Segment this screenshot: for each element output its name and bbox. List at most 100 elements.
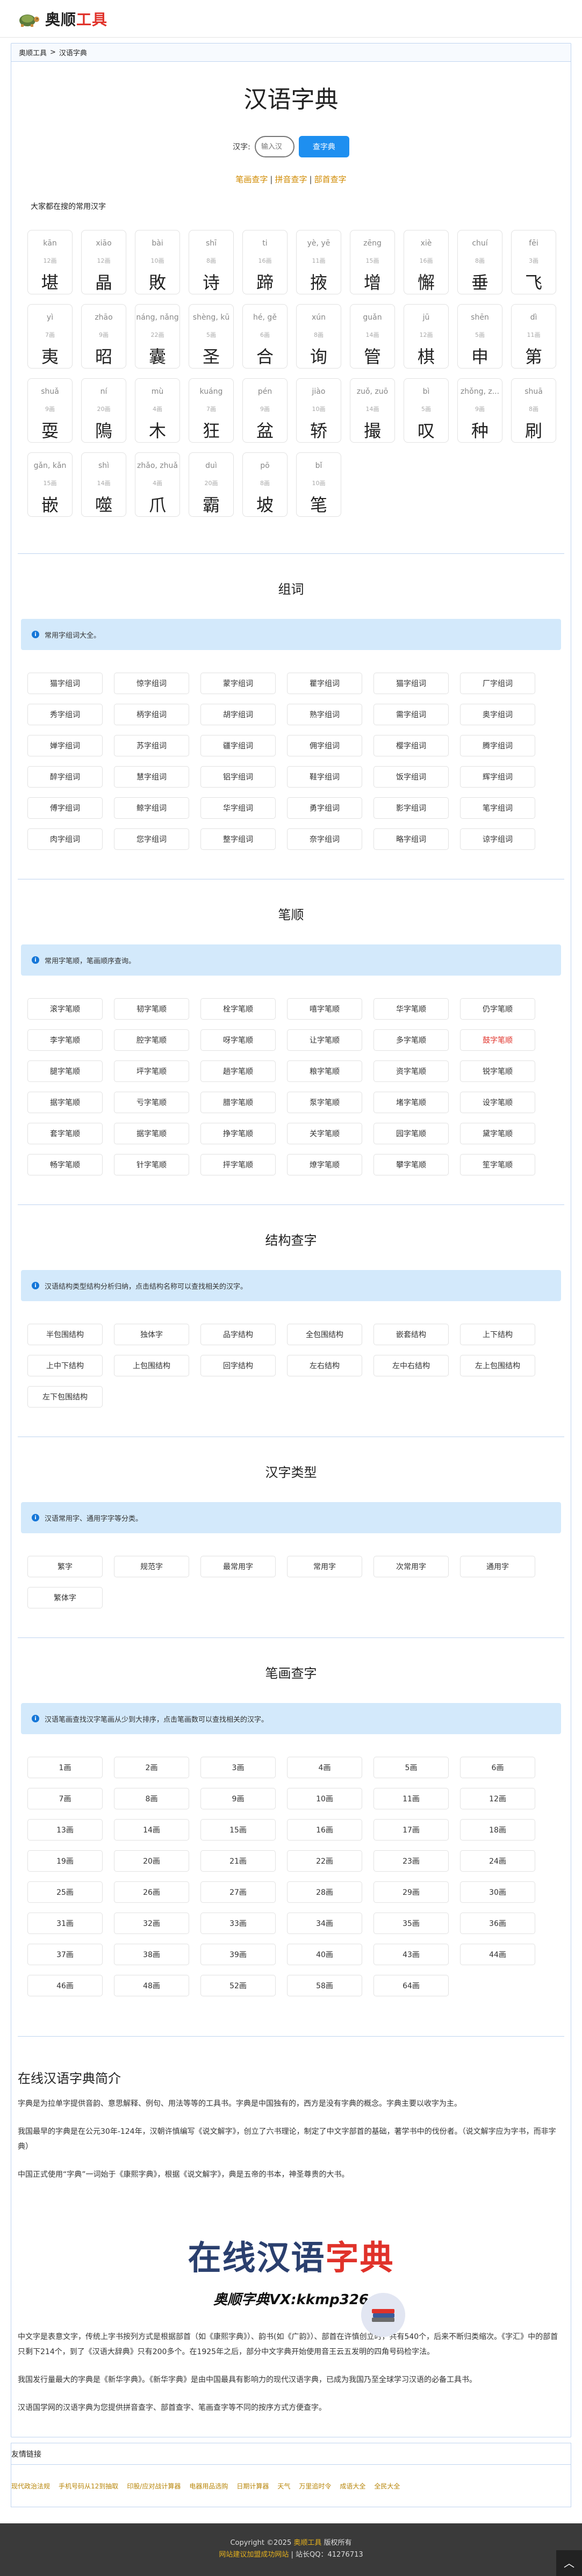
char-card[interactable]: náng, nǎng 22画囊 (135, 304, 180, 369)
friend-link[interactable]: 全民大全 (374, 2481, 400, 2491)
structure-link[interactable]: 左下包围结构 (27, 1386, 103, 1408)
stroke-count-link[interactable]: 15画 (200, 1819, 276, 1841)
zuci-link[interactable]: 奈字组词 (287, 828, 362, 850)
structure-link[interactable]: 嵌套结构 (373, 1324, 449, 1345)
bishun-link[interactable]: 让字笔顺 (287, 1029, 362, 1051)
char-card[interactable]: ní 20画隝 (81, 378, 126, 443)
stroke-count-link[interactable]: 24画 (460, 1850, 535, 1872)
char-card[interactable]: xiè 16画懈 (404, 230, 449, 294)
bishun-link[interactable]: 针字笔顺 (114, 1154, 189, 1175)
bishun-link[interactable]: 设字笔顺 (460, 1092, 535, 1113)
stroke-count-link[interactable]: 29画 (373, 1881, 449, 1903)
structure-link[interactable]: 左中右结构 (373, 1355, 449, 1376)
bishun-link[interactable]: 粮字笔顺 (287, 1060, 362, 1082)
char-card[interactable]: gǎn, kǎn 15画嵌 (27, 452, 73, 517)
search-button[interactable]: 查字典 (298, 136, 349, 157)
stroke-count-link[interactable]: 16画 (287, 1819, 362, 1841)
zuci-link[interactable]: 影字组词 (373, 797, 449, 819)
bishun-link[interactable]: 亏字笔顺 (114, 1092, 189, 1113)
bishun-link[interactable]: 园字笔顺 (373, 1123, 449, 1144)
char-card[interactable]: mù 4画木 (135, 378, 180, 443)
zuci-link[interactable]: 胡字组词 (200, 704, 276, 725)
friend-link[interactable]: 日期计算器 (236, 2481, 269, 2491)
bishun-link[interactable]: 李字笔顺 (27, 1029, 103, 1051)
zuci-link[interactable]: 秀字组词 (27, 704, 103, 725)
char-card[interactable]: fēi 3画飞 (511, 230, 556, 294)
zuci-link[interactable]: 猫字组词 (27, 673, 103, 694)
bishun-link[interactable]: 关字笔顺 (287, 1123, 362, 1144)
friend-link[interactable]: 手机号码从12到抽取 (59, 2481, 118, 2491)
stroke-count-link[interactable]: 31画 (27, 1913, 103, 1934)
stroke-count-link[interactable]: 35画 (373, 1913, 449, 1934)
bishun-link[interactable]: 笙字笔顺 (460, 1154, 535, 1175)
stroke-count-link[interactable]: 30画 (460, 1881, 535, 1903)
stroke-count-link[interactable]: 13画 (27, 1819, 103, 1841)
stroke-count-link[interactable]: 25画 (27, 1881, 103, 1903)
char-card[interactable]: bì 5画叹 (404, 378, 449, 443)
stroke-count-link[interactable]: 43画 (373, 1944, 449, 1965)
bishun-link[interactable]: 坪字笔顺 (114, 1060, 189, 1082)
friend-link[interactable]: 天气 (277, 2481, 290, 2491)
zuci-link[interactable]: 需字组词 (373, 704, 449, 725)
bishun-link[interactable]: 泵字笔顺 (287, 1092, 362, 1113)
bishun-link[interactable]: 腿字笔顺 (27, 1060, 103, 1082)
char-card[interactable]: zēng 15画增 (350, 230, 395, 294)
bishun-link[interactable]: 多字笔顺 (373, 1029, 449, 1051)
zuci-link[interactable]: 饭字组词 (373, 766, 449, 788)
zuci-link[interactable]: 腾字组词 (460, 735, 535, 756)
bishun-link[interactable]: 资字笔顺 (373, 1060, 449, 1082)
zuci-link[interactable]: 瞿字组词 (287, 673, 362, 694)
stroke-count-link[interactable]: 22画 (287, 1850, 362, 1872)
stroke-count-link[interactable]: 58画 (287, 1975, 362, 1996)
stroke-count-link[interactable]: 44画 (460, 1944, 535, 1965)
char-card[interactable]: xún 8画询 (296, 304, 341, 369)
bishun-link[interactable]: 呀字笔顺 (200, 1029, 276, 1051)
char-card[interactable]: yì 7画夷 (27, 304, 73, 369)
zuci-link[interactable]: 厂字组词 (460, 673, 535, 694)
structure-link[interactable]: 上包围结构 (114, 1355, 189, 1376)
zuci-link[interactable]: 您字组词 (114, 828, 189, 850)
stroke-count-link[interactable]: 27画 (200, 1881, 276, 1903)
stroke-count-link[interactable]: 18画 (460, 1819, 535, 1841)
stroke-count-link[interactable]: 39画 (200, 1944, 276, 1965)
char-type-link[interactable]: 繁字 (27, 1556, 103, 1577)
char-type-link[interactable]: 规范字 (114, 1556, 189, 1577)
char-card[interactable]: guǎn 14画管 (350, 304, 395, 369)
char-card[interactable]: hé, gě 6画合 (242, 304, 288, 369)
structure-link[interactable]: 品字结构 (200, 1324, 276, 1345)
stroke-count-link[interactable]: 33画 (200, 1913, 276, 1934)
site-logo[interactable]: 奥顺工具 (16, 8, 107, 30)
zuci-link[interactable]: 柄字组词 (114, 704, 189, 725)
stroke-count-link[interactable]: 40画 (287, 1944, 362, 1965)
zuci-link[interactable]: 慧字组词 (114, 766, 189, 788)
char-card[interactable]: zhāo 9画昭 (81, 304, 126, 369)
zuci-link[interactable]: 猫字组词 (373, 673, 449, 694)
zuci-link[interactable]: 傅字组词 (27, 797, 103, 819)
char-type-link[interactable]: 通用字 (460, 1556, 535, 1577)
bishun-link[interactable]: 套字笔顺 (27, 1123, 103, 1144)
friend-link[interactable]: 成语大全 (340, 2481, 365, 2491)
stroke-count-link[interactable]: 37画 (27, 1944, 103, 1965)
char-card[interactable]: xiāo 12画晶 (81, 230, 126, 294)
structure-link[interactable]: 左右结构 (287, 1355, 362, 1376)
zuci-link[interactable]: 辉字组词 (460, 766, 535, 788)
quick-link-radical[interactable]: 部首查字 (314, 175, 347, 184)
bishun-link[interactable]: 华字笔顺 (373, 998, 449, 1020)
stroke-count-link[interactable]: 17画 (373, 1819, 449, 1841)
bishun-link[interactable]: 堵字笔顺 (373, 1092, 449, 1113)
stroke-count-link[interactable]: 8画 (114, 1788, 189, 1809)
stroke-count-link[interactable]: 6画 (460, 1757, 535, 1778)
zuci-link[interactable]: 惊字组词 (114, 673, 189, 694)
char-card[interactable]: jiào 10画轿 (296, 378, 341, 443)
zuci-link[interactable]: 熟字组词 (287, 704, 362, 725)
bishun-link[interactable]: 黛字笔顺 (460, 1123, 535, 1144)
char-card[interactable]: shī 8画诗 (189, 230, 234, 294)
char-card[interactable]: shèng, kū 5画圣 (189, 304, 234, 369)
char-card[interactable]: bài 10画敗 (135, 230, 180, 294)
search-input[interactable] (254, 136, 294, 157)
stroke-count-link[interactable]: 38画 (114, 1944, 189, 1965)
bishun-link[interactable]: 趟字笔顺 (200, 1060, 276, 1082)
stroke-count-link[interactable]: 34画 (287, 1913, 362, 1934)
bishun-link[interactable]: 燎字笔顺 (287, 1154, 362, 1175)
char-card[interactable]: kān 12画堪 (27, 230, 73, 294)
